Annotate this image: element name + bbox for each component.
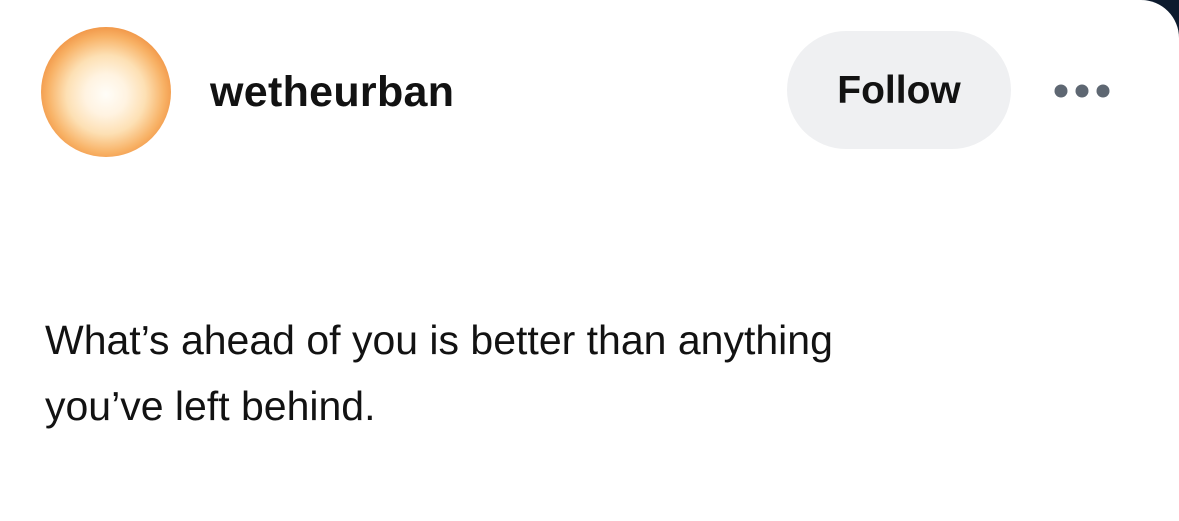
- post-body-text: What’s ahead of you is better than anyth…: [45, 307, 1045, 439]
- screenshot-frame: wetheurban Follow What’s ahead of you is…: [0, 0, 1179, 521]
- author-avatar[interactable]: [41, 27, 171, 157]
- more-options-button[interactable]: [1048, 74, 1116, 108]
- more-dots-icon: [1054, 84, 1110, 98]
- author-username[interactable]: wetheurban: [210, 66, 454, 118]
- post-text-line: you’ve left behind.: [45, 383, 376, 429]
- post-card: wetheurban Follow What’s ahead of you is…: [0, 0, 1179, 521]
- follow-button-label: Follow: [837, 68, 961, 112]
- follow-button[interactable]: Follow: [787, 31, 1011, 149]
- post-text-line: What’s ahead of you is better than anyth…: [45, 317, 833, 363]
